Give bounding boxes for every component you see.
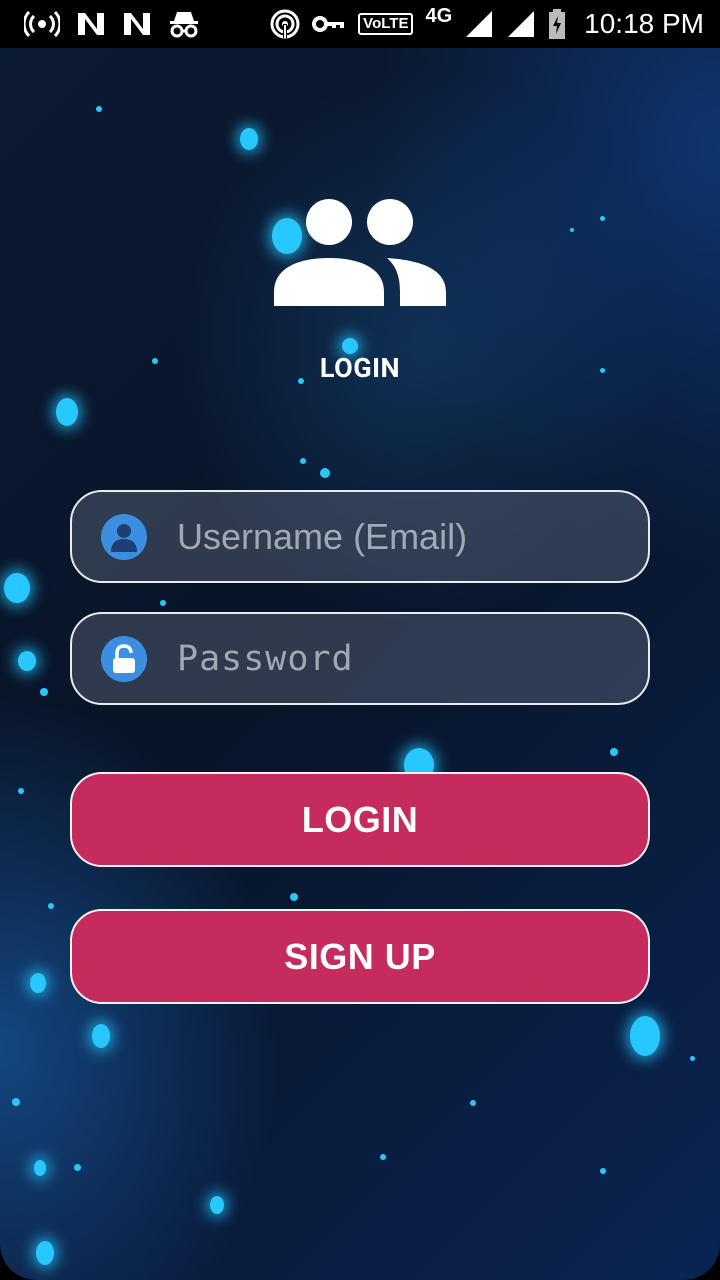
status-icons-left [24,0,200,48]
particle [690,1056,695,1061]
signal-icon [464,10,494,38]
volte-icon: VoLTE [358,13,414,35]
wifi-hotspot-icon [270,9,300,39]
unlock-icon [101,635,147,682]
battery-charging-icon [548,9,566,39]
particle [210,1196,224,1214]
network-type: 4G [425,4,453,27]
particle [160,600,166,606]
particle [570,228,574,232]
particle [600,216,605,221]
particle [320,468,330,478]
n-icon [122,10,152,38]
status-icons-right: VoLTE 4G 10:18 PM [270,0,704,48]
particle [34,1160,46,1176]
particle [92,1024,110,1048]
particle [48,903,54,909]
particle [380,1154,386,1160]
login-button[interactable]: LOGIN [70,772,650,867]
particle [96,106,102,112]
vpn-key-icon [312,10,346,38]
signal-icon [506,10,536,38]
user-icon [101,513,147,560]
particle [290,893,298,901]
particle [610,748,618,756]
password-input[interactable] [177,638,617,679]
particle [12,1098,20,1106]
status-bar: VoLTE 4G 10:18 PM [0,0,720,48]
particle [240,128,258,150]
particle [470,1100,476,1106]
username-field[interactable] [70,490,650,583]
particle [630,1016,660,1056]
password-field[interactable] [70,612,650,705]
particle [30,973,46,993]
incognito-icon [168,10,200,38]
particle [600,1168,606,1174]
clock: 10:18 PM [584,8,704,39]
particle [56,398,78,426]
particle [18,788,24,794]
particle [300,458,306,464]
signup-button[interactable]: SIGN UP [70,909,650,1004]
particle [36,1241,54,1265]
hotspot-icon [24,10,60,38]
login-screen: LOGIN LOGIN SIGN UP [0,48,720,1280]
n-icon [76,10,106,38]
page-title: LOGIN [319,352,401,384]
username-input[interactable] [177,515,617,558]
particle [74,1164,81,1171]
group-users-icon [274,199,446,306]
particle [40,688,48,696]
particle [4,573,30,603]
particle [18,651,36,671]
